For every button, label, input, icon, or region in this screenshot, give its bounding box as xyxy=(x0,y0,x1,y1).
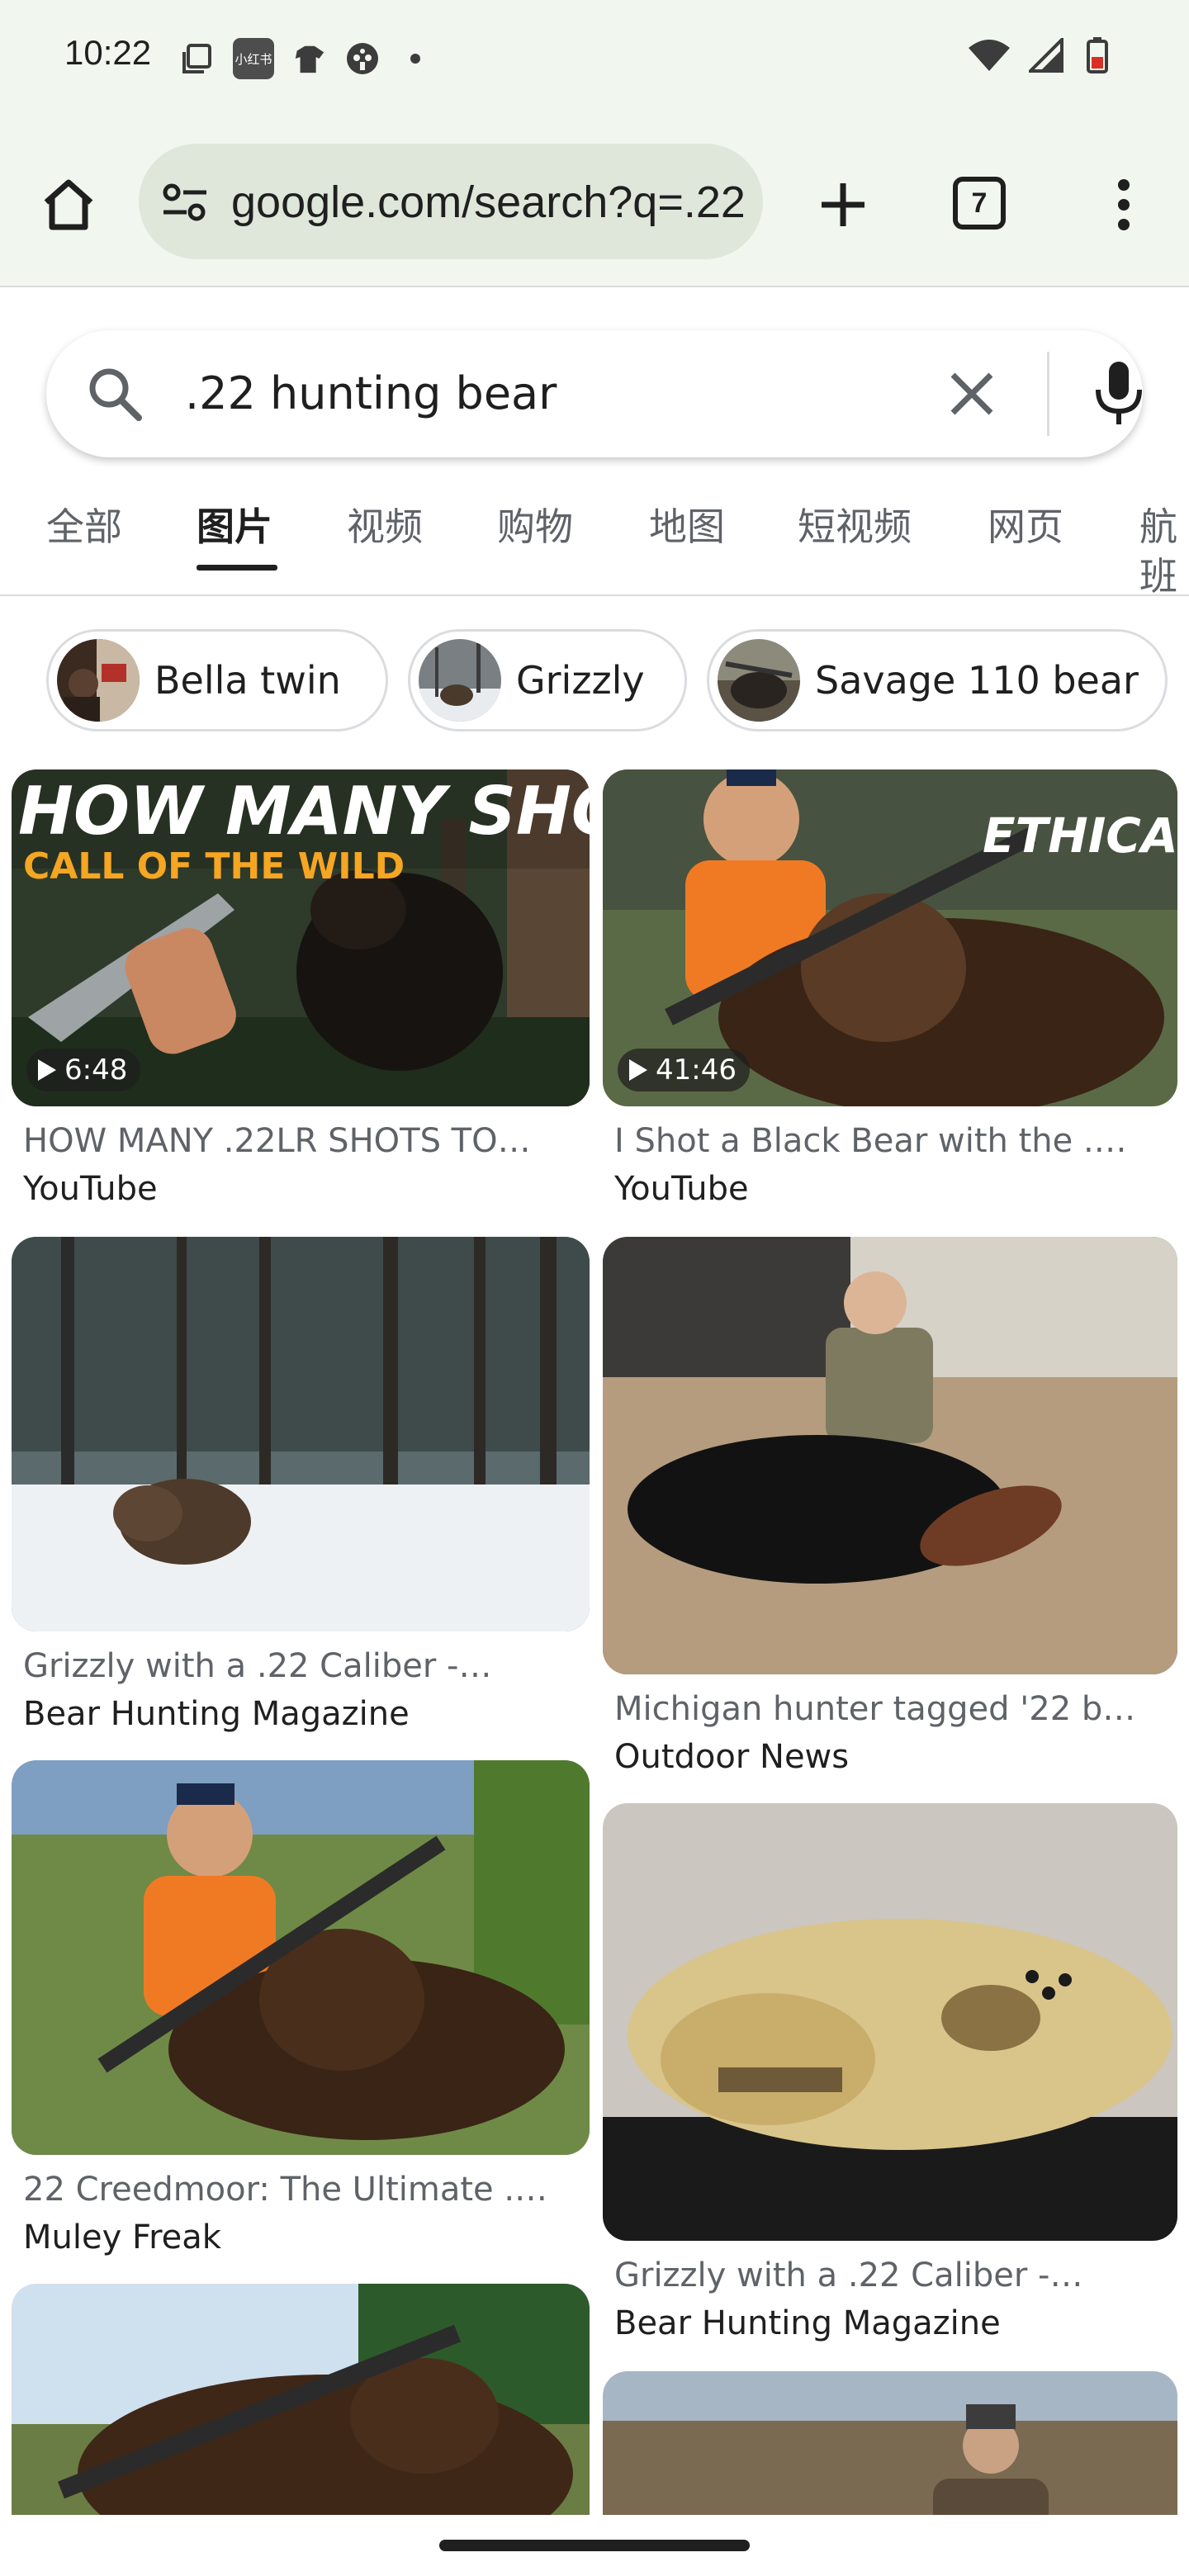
gesture-handle[interactable] xyxy=(439,2540,750,2551)
chip-savage-110-bear[interactable]: Savage 110 bear xyxy=(707,629,1168,732)
new-tab-button[interactable] xyxy=(808,169,879,240)
screenshot-icon xyxy=(180,41,215,76)
chip-bella-twin[interactable]: Bella twin xyxy=(46,629,388,732)
plus-icon xyxy=(822,183,865,226)
game-controller-icon xyxy=(345,41,380,76)
system-navigation-bar xyxy=(0,2515,1189,2576)
video-duration-badge: 6:48 xyxy=(26,1049,141,1091)
notification-icons: 小红书 xyxy=(180,38,433,79)
chip-thumbnail xyxy=(57,639,140,722)
result-image[interactable]: ETHICAL? 41:46 xyxy=(603,769,1177,1106)
bear-skull-photo xyxy=(603,1803,1177,2241)
browser-toolbar: google.com/search?q=.22 7 xyxy=(0,124,1189,287)
play-icon xyxy=(38,1059,56,1081)
chip-grizzly[interactable]: Grizzly xyxy=(408,629,687,732)
result-source[interactable]: Outdoor News xyxy=(614,1734,849,1780)
status-bar: 10:22 小红书 xyxy=(0,0,1189,124)
home-button[interactable] xyxy=(33,169,104,240)
close-icon xyxy=(950,372,993,415)
result-source[interactable]: Bear Hunting Magazine xyxy=(614,2300,1001,2346)
address-bar[interactable]: google.com/search?q=.22 xyxy=(139,144,763,259)
chip-label: Bella twin xyxy=(154,658,341,703)
home-icon xyxy=(44,179,93,230)
url-text[interactable]: google.com/search?q=.22 xyxy=(231,173,743,231)
tab-switcher-button[interactable]: 7 xyxy=(953,177,1006,230)
tab-flights[interactable]: 航班 xyxy=(1139,502,1189,599)
active-tab-indicator xyxy=(197,565,277,571)
grizzly-snow-photo xyxy=(12,1237,590,1631)
status-time: 10:22 xyxy=(64,33,152,72)
tab-videos[interactable]: 视频 xyxy=(347,502,423,552)
thumbnail-overlay-title: HOW MANY SHOTS? xyxy=(18,773,590,850)
dot-icon xyxy=(398,41,433,76)
microphone-icon xyxy=(1096,362,1142,424)
search-icon xyxy=(84,363,145,424)
voice-search-button[interactable] xyxy=(1088,358,1149,429)
result-image[interactable] xyxy=(603,1237,1177,1674)
search-input[interactable]: .22 hunting bear xyxy=(46,330,1143,457)
search-divider xyxy=(1047,352,1049,436)
play-icon xyxy=(629,1059,647,1081)
result-source[interactable]: YouTube xyxy=(614,1166,749,1212)
app-badge-icon: 小红书 xyxy=(233,38,274,79)
chip-label: Grizzly xyxy=(516,658,645,703)
battery-icon xyxy=(1080,37,1115,73)
result-image[interactable] xyxy=(12,1760,590,2155)
more-menu-button[interactable] xyxy=(1088,169,1159,240)
result-image[interactable] xyxy=(12,1237,590,1631)
result-title[interactable]: HOW MANY .22LR SHOTS TO… xyxy=(23,1118,552,1164)
clear-search-button[interactable] xyxy=(941,363,1002,424)
search-query-text[interactable]: .22 hunting bear xyxy=(185,363,557,424)
chip-label: Savage 110 bear xyxy=(815,658,1139,703)
site-settings-icon[interactable] xyxy=(162,182,208,223)
result-image[interactable] xyxy=(603,1803,1177,2241)
result-source[interactable]: YouTube xyxy=(23,1166,158,1212)
chip-thumbnail xyxy=(419,639,501,722)
result-title[interactable]: I Shot a Black Bear with the .2… xyxy=(614,1118,1143,1164)
tab-all[interactable]: 全部 xyxy=(46,502,122,552)
video-duration-badge: 41:46 xyxy=(618,1049,750,1091)
result-title[interactable]: Michigan hunter tagged '22 be… xyxy=(614,1686,1143,1732)
thumbnail-overlay-subtitle: CALL OF THE WILD xyxy=(23,845,405,888)
result-title[interactable]: 22 Creedmoor: The Ultimate .… xyxy=(23,2166,552,2213)
tab-images[interactable]: 图片 xyxy=(197,502,272,552)
thumbnail-overlay-title: ETHICAL? xyxy=(983,807,1177,864)
chip-thumbnail xyxy=(718,639,800,722)
shirt-icon xyxy=(292,41,327,76)
kebab-menu-icon xyxy=(1118,179,1130,230)
tab-shopping[interactable]: 购物 xyxy=(497,502,573,552)
wifi-icon xyxy=(966,38,1012,73)
hunter-brown-bear-photo xyxy=(12,1760,590,2155)
black-bear-hunter-photo xyxy=(603,1237,1177,1674)
result-title[interactable]: Grizzly with a .22 Caliber -… xyxy=(614,2252,1143,2299)
tab-short-videos[interactable]: 短视频 xyxy=(798,502,912,552)
result-image[interactable]: HOW MANY SHOTS? CALL OF THE WILD 6:48 xyxy=(12,769,590,1106)
cellular-signal-icon xyxy=(1029,38,1063,73)
tab-maps[interactable]: 地图 xyxy=(649,502,725,552)
search-tabs: 全部 图片 视频 购物 地图 短视频 网页 航班 xyxy=(0,479,1189,599)
result-source[interactable]: Bear Hunting Magazine xyxy=(23,1691,410,1737)
system-icons xyxy=(966,37,1115,73)
result-title[interactable]: Grizzly with a .22 Caliber -… xyxy=(23,1643,552,1689)
tab-web[interactable]: 网页 xyxy=(988,502,1063,552)
result-source[interactable]: Muley Freak xyxy=(23,2214,221,2261)
